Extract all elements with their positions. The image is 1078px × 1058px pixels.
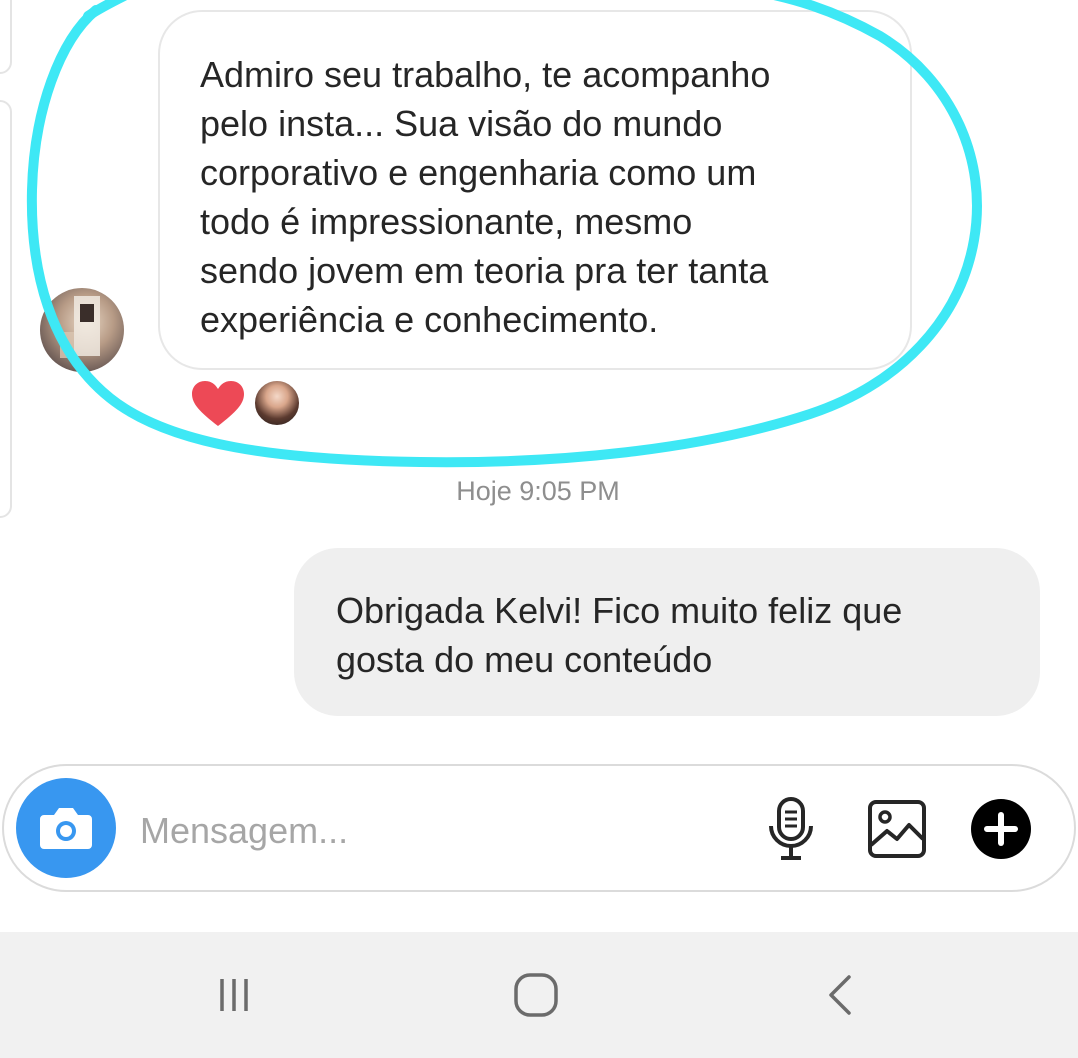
heart-reaction-icon — [192, 381, 244, 426]
gallery-button[interactable] — [862, 794, 932, 864]
more-options-button[interactable] — [966, 794, 1036, 864]
camera-icon — [40, 808, 92, 849]
message-composer — [2, 764, 1076, 892]
message-line: Admiro seu trabalho, te acompanho — [200, 54, 771, 95]
message-input[interactable] — [138, 800, 702, 862]
home-icon — [514, 973, 558, 1017]
camera-button[interactable] — [16, 778, 116, 878]
message-timestamp: Hoje 9:05 PM — [0, 476, 1078, 507]
avatar-photo — [60, 296, 100, 358]
home-button[interactable] — [496, 962, 576, 1028]
previous-message-edge — [0, 0, 12, 74]
message-line: pelo insta... Sua visão do mundo — [200, 103, 723, 144]
gallery-icon — [868, 800, 926, 858]
plus-circle-icon — [971, 799, 1031, 859]
message-line: corporativo e engenharia como um — [200, 152, 757, 193]
recent-apps-icon — [220, 979, 248, 1011]
system-navigation-bar — [0, 932, 1078, 1058]
previous-message-edge — [0, 100, 12, 518]
microphone-icon — [769, 797, 813, 860]
recent-apps-button[interactable] — [194, 962, 274, 1028]
back-button[interactable] — [800, 962, 880, 1028]
message-line: sendo jovem em teoria pra ter tanta — [200, 250, 769, 291]
incoming-message-bubble[interactable]: Admiro seu trabalho, te acompanho pelo i… — [158, 10, 912, 370]
outgoing-message-bubble[interactable]: Obrigada Kelvi! Fico muito feliz que gos… — [294, 548, 1040, 716]
message-line: gosta do meu conteúdo — [336, 639, 713, 680]
message-line: experiência e conhecimento. — [200, 299, 659, 340]
message-line: Obrigada Kelvi! Fico muito feliz que — [336, 590, 903, 631]
timestamp-text: Hoje 9:05 PM — [456, 476, 620, 506]
sender-avatar[interactable] — [40, 288, 124, 372]
reactor-avatar — [252, 378, 302, 428]
back-icon — [829, 975, 851, 1015]
microphone-button[interactable] — [756, 794, 826, 864]
message-line: todo é impressionante, mesmo — [200, 201, 693, 242]
